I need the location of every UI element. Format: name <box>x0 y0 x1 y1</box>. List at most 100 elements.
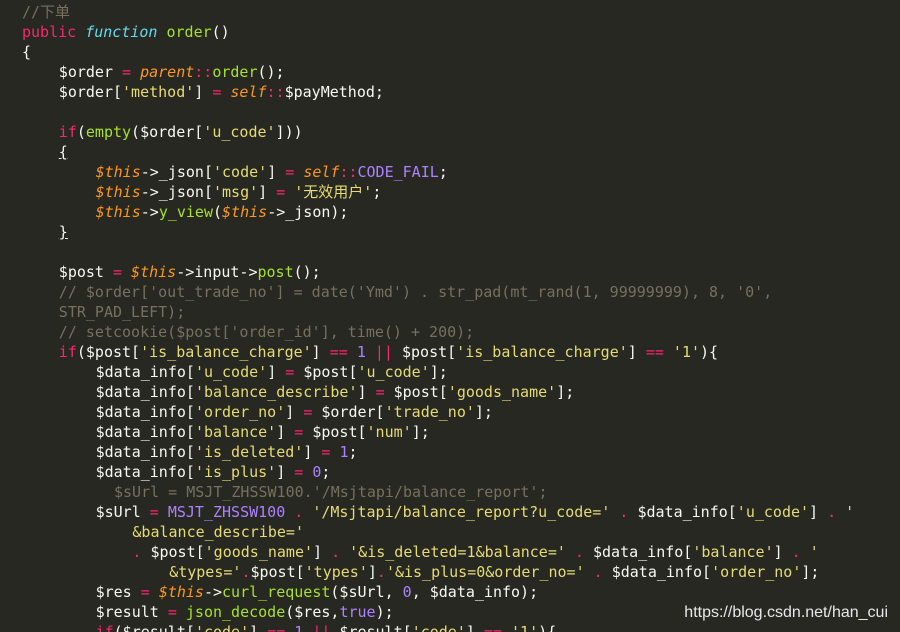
code-line: { <box>59 142 68 162</box>
code-token: . <box>565 543 593 561</box>
code-token: { <box>22 43 32 61</box>
code-token: $data_info[ <box>95 383 195 401</box>
code-token: $data_info[ <box>611 563 712 581</box>
code-token: . <box>610 503 638 521</box>
code-token: = <box>321 443 340 461</box>
code-token: 'balance' <box>194 423 277 441</box>
code-token: '&is_plus=0&order_no=' <box>385 563 585 581</box>
code-token: 'goods_name' <box>447 383 557 401</box>
code-token: ($result[ <box>113 623 195 632</box>
code-token: = <box>167 603 186 621</box>
code-token: 'is_balance_charge' <box>456 343 628 361</box>
code-token: -> <box>203 583 223 601</box>
code-token: 1 <box>294 623 313 632</box>
code-token: true <box>339 603 376 621</box>
code-token: 'is_balance_charge' <box>140 343 312 361</box>
code-line: // $order['out_trade_no'] = date('Ymd') … <box>59 282 772 302</box>
code-token: == <box>483 623 512 632</box>
code-token: ] <box>773 543 792 561</box>
code-line: } <box>59 222 68 242</box>
code-token: ( <box>76 123 86 141</box>
code-editor[interactable]: //下单 public function order(){$order = par… <box>0 0 900 632</box>
code-token: $this <box>95 163 141 181</box>
code-token: $data_info[ <box>95 403 195 421</box>
code-token: ->_json[ <box>140 163 213 181</box>
code-token: ] <box>313 543 332 561</box>
code-token: '1' <box>672 343 701 361</box>
code-token: ->input-> <box>176 263 258 281</box>
code-token: ]; <box>801 563 820 581</box>
code-token: $sUrl = MSJT_ZHSSW100.'/Msjtapi/balance_… <box>114 483 548 501</box>
code-token: $this <box>158 583 204 601</box>
code-token: $res <box>95 583 141 601</box>
code-token: '无效用户' <box>294 183 373 201</box>
code-token: = <box>294 463 313 481</box>
code-token: if <box>58 343 77 361</box>
code-token: '&is_deleted=1&balance=' <box>349 543 566 561</box>
code-token: $this <box>222 203 268 221</box>
code-token: $order <box>58 63 123 81</box>
code-token: if <box>58 123 77 141</box>
code-token: || <box>374 343 402 361</box>
code-token: 'order_no' <box>194 403 286 421</box>
code-line: $data_info['is_deleted'] = 1; <box>96 442 358 462</box>
code-token: 0 <box>402 583 412 601</box>
code-line: &balance_describe=' <box>132 522 304 542</box>
code-token: $data_info[ <box>95 443 195 461</box>
code-token: $post[ <box>401 343 457 361</box>
code-token: ]; <box>429 363 448 381</box>
code-token: , $data_info); <box>411 583 539 601</box>
code-token: $data_info[ <box>95 463 195 481</box>
code-token: ] <box>809 503 828 521</box>
code-token: $post[ <box>150 543 205 561</box>
code-token: MSJT_ZHSSW100 <box>167 503 295 521</box>
code-token: 'order_no' <box>711 563 802 581</box>
code-token: = <box>140 583 159 601</box>
code-line: public function order() <box>22 22 230 42</box>
code-token: //下单 <box>22 3 71 21</box>
code-token: . <box>791 543 810 561</box>
code-line: $order = parent::order(); <box>59 62 285 82</box>
code-token: ] <box>249 623 268 632</box>
code-token: 'msg' <box>213 183 259 201</box>
code-token: = <box>303 403 322 421</box>
code-token: == <box>645 343 673 361</box>
code-line: $this->_json['code'] = self::CODE_FAIL; <box>96 162 448 182</box>
watermark-url: https://blog.csdn.net/han_cui <box>684 604 888 621</box>
code-token: &types=' <box>169 563 242 581</box>
code-token: 'method' <box>122 83 195 101</box>
code-token: . <box>376 563 386 581</box>
code-token: // setcookie($post['order_id'], time() +… <box>58 323 475 341</box>
code-token: 'trade_no' <box>384 403 475 421</box>
code-token: $post[ <box>250 563 305 581</box>
code-line: $res = $this->curl_request($sUrl, 0, $da… <box>96 582 539 602</box>
code-token: () <box>211 23 230 41</box>
code-token: ; <box>372 183 382 201</box>
code-line: $data_info['u_code'] = $post['u_code']; <box>96 362 448 382</box>
code-token: ->_json); <box>267 203 349 221</box>
code-token: 'num' <box>366 423 412 441</box>
code-token: 'is_deleted' <box>194 443 304 461</box>
code-token: = <box>276 183 295 201</box>
code-token: function <box>85 23 167 41</box>
code-line: $result = json_decode($res,true); <box>96 602 394 622</box>
code-token: ){ <box>538 623 557 632</box>
code-token: ] <box>303 443 322 461</box>
code-token: $this <box>95 183 141 201</box>
code-token: ' <box>809 543 819 561</box>
code-token: $order[ <box>321 403 385 421</box>
code-line: $data_info['order_no'] = $order['trade_n… <box>96 402 493 422</box>
code-token: . <box>132 543 151 561</box>
code-token: // $order['out_trade_no'] = date('Ymd') … <box>58 283 773 301</box>
code-token: || <box>312 623 340 632</box>
code-token: = <box>375 383 394 401</box>
code-token: 1 <box>356 343 375 361</box>
code-token: -> <box>140 203 159 221</box>
code-token: :: <box>339 163 358 181</box>
code-token: '/Msjtapi/balance_report?u_code=' <box>312 503 611 521</box>
code-line: if($post['is_balance_charge'] == 1 || $p… <box>59 342 718 362</box>
code-token: = <box>212 83 231 101</box>
code-line: STR_PAD_LEFT); <box>59 302 185 322</box>
code-token: ; <box>438 163 448 181</box>
code-line: &types='. $post['types'].'&is_plus=0&orde… <box>169 562 819 582</box>
